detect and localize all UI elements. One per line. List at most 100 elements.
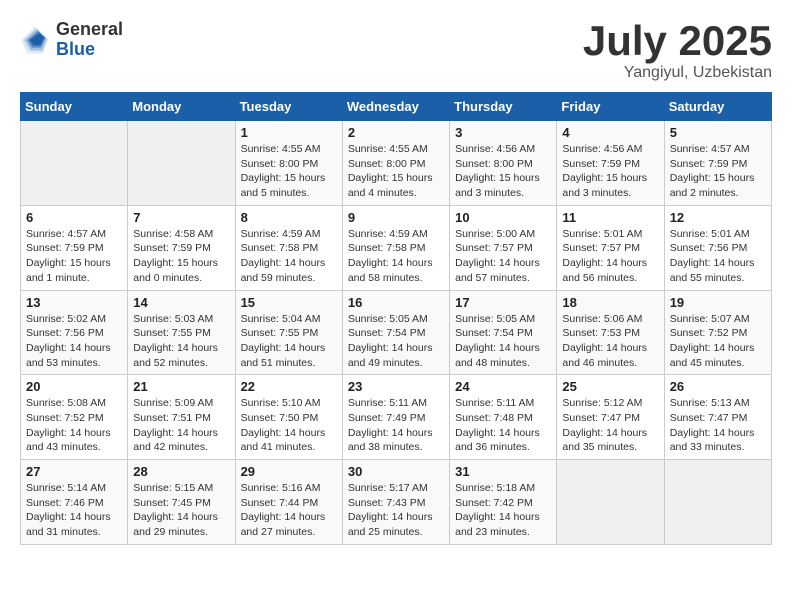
day-info: Sunrise: 5:18 AM Sunset: 7:42 PM Dayligh… (455, 481, 551, 540)
day-info: Sunrise: 4:55 AM Sunset: 8:00 PM Dayligh… (348, 142, 444, 201)
weekday-header-row: SundayMondayTuesdayWednesdayThursdayFrid… (21, 93, 772, 121)
day-number: 30 (348, 464, 444, 479)
calendar-cell (21, 121, 128, 206)
day-number: 14 (133, 295, 229, 310)
calendar-cell: 15Sunrise: 5:04 AM Sunset: 7:55 PM Dayli… (235, 290, 342, 375)
day-number: 1 (241, 125, 337, 140)
day-number: 18 (562, 295, 658, 310)
day-info: Sunrise: 4:55 AM Sunset: 8:00 PM Dayligh… (241, 142, 337, 201)
day-number: 5 (670, 125, 766, 140)
calendar-cell: 23 Sunrise: 5:11 AM Sunset: 7:49 PM Dayli… (342, 375, 449, 460)
day-info: Sunrise: 5:14 AM Sunset: 7:46 PM Dayligh… (26, 481, 122, 540)
calendar-cell: 19 Sunrise: 5:07 AM Sunset: 7:52 PM Dayli… (664, 290, 771, 375)
day-number: 19 (670, 295, 766, 310)
calendar-cell: 9Sunrise: 4:59 AM Sunset: 7:58 PM Daylig… (342, 205, 449, 290)
calendar-cell: 7 Sunrise: 4:58 AM Sunset: 7:59 PM Daylig… (128, 205, 235, 290)
page-header: General Blue July 2025 Yangiyul, Uzbekis… (20, 20, 772, 82)
calendar-cell: 10Sunrise: 5:00 AM Sunset: 7:57 PM Dayli… (450, 205, 557, 290)
day-number: 20 (26, 379, 122, 394)
logo-text: General Blue (56, 20, 123, 60)
calendar-cell: 3 Sunrise: 4:56 AM Sunset: 8:00 PM Daylig… (450, 121, 557, 206)
day-info: Sunrise: 5:09 AM Sunset: 7:51 PM Dayligh… (133, 396, 229, 455)
day-number: 3 (455, 125, 551, 140)
day-number: 16 (348, 295, 444, 310)
calendar-cell: 25 Sunrise: 5:12 AM Sunset: 7:47 PM Dayli… (557, 375, 664, 460)
day-number: 2 (348, 125, 444, 140)
day-info: Sunrise: 4:56 AM Sunset: 7:59 PM Dayligh… (562, 142, 658, 201)
calendar-cell: 18 Sunrise: 5:06 AM Sunset: 7:53 PM Dayli… (557, 290, 664, 375)
day-number: 4 (562, 125, 658, 140)
day-info: Sunrise: 5:03 AM Sunset: 7:55 PM Dayligh… (133, 312, 229, 371)
calendar-title: July 2025 (583, 20, 772, 62)
day-number: 15 (241, 295, 337, 310)
calendar-cell: 21 Sunrise: 5:09 AM Sunset: 7:51 PM Dayli… (128, 375, 235, 460)
day-number: 10 (455, 210, 551, 225)
day-number: 11 (562, 210, 658, 225)
day-info: Sunrise: 4:59 AM Sunset: 7:58 PM Dayligh… (241, 227, 337, 286)
day-info: Sunrise: 5:16 AM Sunset: 7:44 PM Dayligh… (241, 481, 337, 540)
day-number: 23 (348, 379, 444, 394)
calendar-cell: 16 Sunrise: 5:05 AM Sunset: 7:54 PM Dayli… (342, 290, 449, 375)
day-number: 21 (133, 379, 229, 394)
day-info: Sunrise: 5:05 AM Sunset: 7:54 PM Dayligh… (348, 312, 444, 371)
calendar-cell: 26Sunrise: 5:13 AM Sunset: 7:47 PM Dayli… (664, 375, 771, 460)
day-info: Sunrise: 4:57 AM Sunset: 7:59 PM Dayligh… (26, 227, 122, 286)
day-info: Sunrise: 5:11 AM Sunset: 7:49 PM Dayligh… (348, 396, 444, 455)
calendar-cell: 22Sunrise: 5:10 AM Sunset: 7:50 PM Dayli… (235, 375, 342, 460)
day-number: 27 (26, 464, 122, 479)
calendar-cell: 12Sunrise: 5:01 AM Sunset: 7:56 PM Dayli… (664, 205, 771, 290)
calendar-table: SundayMondayTuesdayWednesdayThursdayFrid… (20, 92, 772, 545)
day-number: 25 (562, 379, 658, 394)
day-info: Sunrise: 5:08 AM Sunset: 7:52 PM Dayligh… (26, 396, 122, 455)
calendar-cell: 28Sunrise: 5:15 AM Sunset: 7:45 PM Dayli… (128, 460, 235, 545)
day-info: Sunrise: 5:01 AM Sunset: 7:57 PM Dayligh… (562, 227, 658, 286)
day-info: Sunrise: 5:05 AM Sunset: 7:54 PM Dayligh… (455, 312, 551, 371)
day-number: 31 (455, 464, 551, 479)
day-info: Sunrise: 5:07 AM Sunset: 7:52 PM Dayligh… (670, 312, 766, 371)
day-info: Sunrise: 5:02 AM Sunset: 7:56 PM Dayligh… (26, 312, 122, 371)
day-info: Sunrise: 5:17 AM Sunset: 7:43 PM Dayligh… (348, 481, 444, 540)
calendar-cell: 11 Sunrise: 5:01 AM Sunset: 7:57 PM Dayli… (557, 205, 664, 290)
day-number: 12 (670, 210, 766, 225)
week-row-5: 27 Sunrise: 5:14 AM Sunset: 7:46 PM Dayli… (21, 460, 772, 545)
day-info: Sunrise: 4:59 AM Sunset: 7:58 PM Dayligh… (348, 227, 444, 286)
day-info: Sunrise: 5:10 AM Sunset: 7:50 PM Dayligh… (241, 396, 337, 455)
day-number: 6 (26, 210, 122, 225)
day-info: Sunrise: 5:11 AM Sunset: 7:48 PM Dayligh… (455, 396, 551, 455)
logo-general: General (56, 20, 123, 40)
calendar-cell: 14 Sunrise: 5:03 AM Sunset: 7:55 PM Dayli… (128, 290, 235, 375)
day-info: Sunrise: 5:06 AM Sunset: 7:53 PM Dayligh… (562, 312, 658, 371)
weekday-header-thursday: Thursday (450, 93, 557, 121)
day-number: 8 (241, 210, 337, 225)
weekday-header-sunday: Sunday (21, 93, 128, 121)
day-number: 28 (133, 464, 229, 479)
calendar-cell: 6 Sunrise: 4:57 AM Sunset: 7:59 PM Daylig… (21, 205, 128, 290)
weekday-header-friday: Friday (557, 93, 664, 121)
weekday-header-tuesday: Tuesday (235, 93, 342, 121)
title-block: July 2025 Yangiyul, Uzbekistan (583, 20, 772, 82)
calendar-cell: 13 Sunrise: 5:02 AM Sunset: 7:56 PM Dayli… (21, 290, 128, 375)
week-row-1: 1 Sunrise: 4:55 AM Sunset: 8:00 PM Daylig… (21, 121, 772, 206)
day-info: Sunrise: 4:58 AM Sunset: 7:59 PM Dayligh… (133, 227, 229, 286)
weekday-header-monday: Monday (128, 93, 235, 121)
calendar-cell: 27 Sunrise: 5:14 AM Sunset: 7:46 PM Dayli… (21, 460, 128, 545)
logo-blue-text: Blue (56, 40, 123, 60)
calendar-cell: 29 Sunrise: 5:16 AM Sunset: 7:44 PM Dayli… (235, 460, 342, 545)
calendar-cell: 31 Sunrise: 5:18 AM Sunset: 7:42 PM Dayli… (450, 460, 557, 545)
day-info: Sunrise: 5:13 AM Sunset: 7:47 PM Dayligh… (670, 396, 766, 455)
calendar-cell: 24 Sunrise: 5:11 AM Sunset: 7:48 PM Dayli… (450, 375, 557, 460)
calendar-cell: 5 Sunrise: 4:57 AM Sunset: 7:59 PM Daylig… (664, 121, 771, 206)
day-number: 7 (133, 210, 229, 225)
day-info: Sunrise: 5:12 AM Sunset: 7:47 PM Dayligh… (562, 396, 658, 455)
calendar-cell: 1 Sunrise: 4:55 AM Sunset: 8:00 PM Daylig… (235, 121, 342, 206)
calendar-cell: 30 Sunrise: 5:17 AM Sunset: 7:43 PM Dayli… (342, 460, 449, 545)
day-info: Sunrise: 4:56 AM Sunset: 8:00 PM Dayligh… (455, 142, 551, 201)
week-row-3: 13 Sunrise: 5:02 AM Sunset: 7:56 PM Dayli… (21, 290, 772, 375)
day-number: 24 (455, 379, 551, 394)
calendar-cell: 8 Sunrise: 4:59 AM Sunset: 7:58 PM Daylig… (235, 205, 342, 290)
day-number: 13 (26, 295, 122, 310)
day-info: Sunrise: 4:57 AM Sunset: 7:59 PM Dayligh… (670, 142, 766, 201)
day-number: 29 (241, 464, 337, 479)
day-number: 17 (455, 295, 551, 310)
calendar-cell: 17 Sunrise: 5:05 AM Sunset: 7:54 PM Dayli… (450, 290, 557, 375)
